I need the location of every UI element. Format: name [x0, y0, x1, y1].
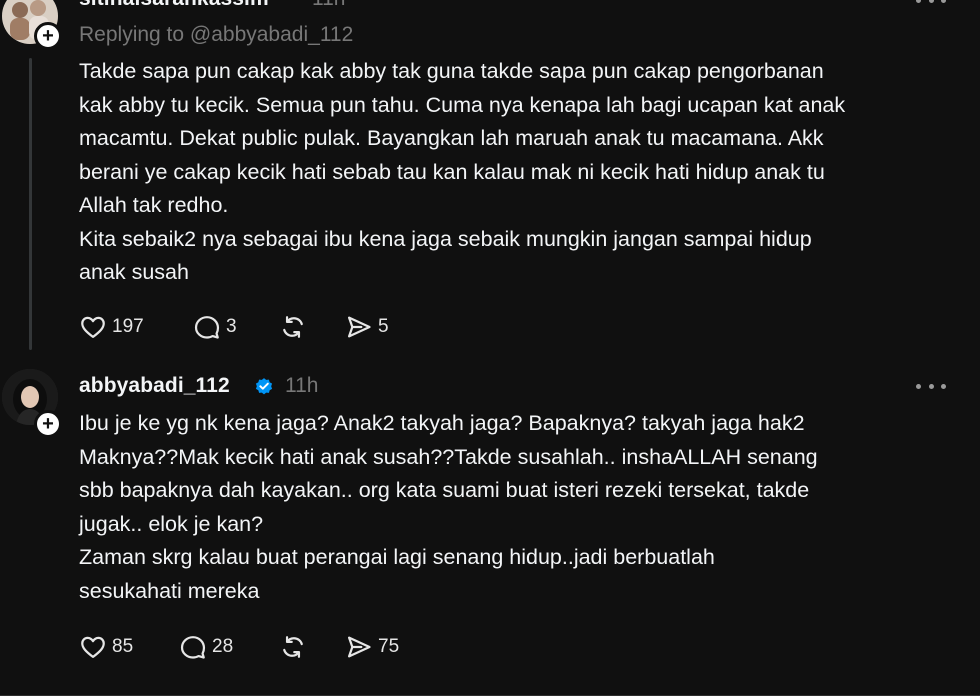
- repost-button[interactable]: [278, 633, 344, 661]
- timestamp: 11h: [312, 0, 345, 11]
- post-abbyabadi_112: + abbyabadi_112 11h Ibu je ke yg nk kena…: [0, 356, 980, 696]
- reply-button[interactable]: 28: [178, 633, 278, 661]
- timestamp: 11h: [285, 374, 319, 397]
- repost-icon: [283, 316, 303, 338]
- like-count: 197: [112, 316, 144, 337]
- like-count: 85: [112, 636, 134, 657]
- follow-plus-icon[interactable]: +: [34, 22, 62, 50]
- heart-icon: [81, 636, 105, 659]
- post-text: Takde sapa pun cakap kak abby tak guna t…: [79, 59, 846, 284]
- comment-icon: [180, 636, 206, 659]
- follow-plus-icon[interactable]: +: [34, 410, 62, 438]
- verified-badge-icon: [255, 378, 273, 395]
- post-text: Ibu je ke yg nk kena jaga? Anak2 takyah …: [79, 411, 818, 603]
- username[interactable]: sitinalsarahkassim: [79, 0, 269, 11]
- action-bar: 85 28 75: [78, 633, 414, 661]
- replying-to[interactable]: Replying to @abbyabadi_112: [79, 23, 353, 47]
- reply-count: 3: [226, 316, 237, 337]
- action-bar: 197 3 5: [78, 313, 414, 341]
- reply-count: 28: [212, 636, 234, 657]
- thread-line: [29, 58, 32, 350]
- repost-icon: [283, 636, 303, 658]
- more-icon[interactable]: [916, 381, 946, 391]
- share-button[interactable]: 5: [344, 313, 414, 341]
- heart-icon: [81, 316, 105, 339]
- username[interactable]: abbyabadi_112: [79, 374, 230, 398]
- share-button[interactable]: 75: [344, 633, 414, 661]
- reply-button[interactable]: 3: [192, 313, 278, 341]
- like-button[interactable]: 197: [78, 313, 192, 341]
- like-button[interactable]: 85: [78, 633, 178, 661]
- share-count: 5: [378, 316, 389, 337]
- repost-button[interactable]: [278, 313, 344, 341]
- more-icon[interactable]: [916, 0, 946, 5]
- share-icon: [347, 316, 371, 338]
- post-sitinalsarahkassim: + sitinalsarahkassim 11h Replying to @ab…: [0, 0, 980, 356]
- comment-icon: [194, 316, 220, 339]
- share-icon: [347, 636, 371, 658]
- share-count: 75: [378, 636, 400, 657]
